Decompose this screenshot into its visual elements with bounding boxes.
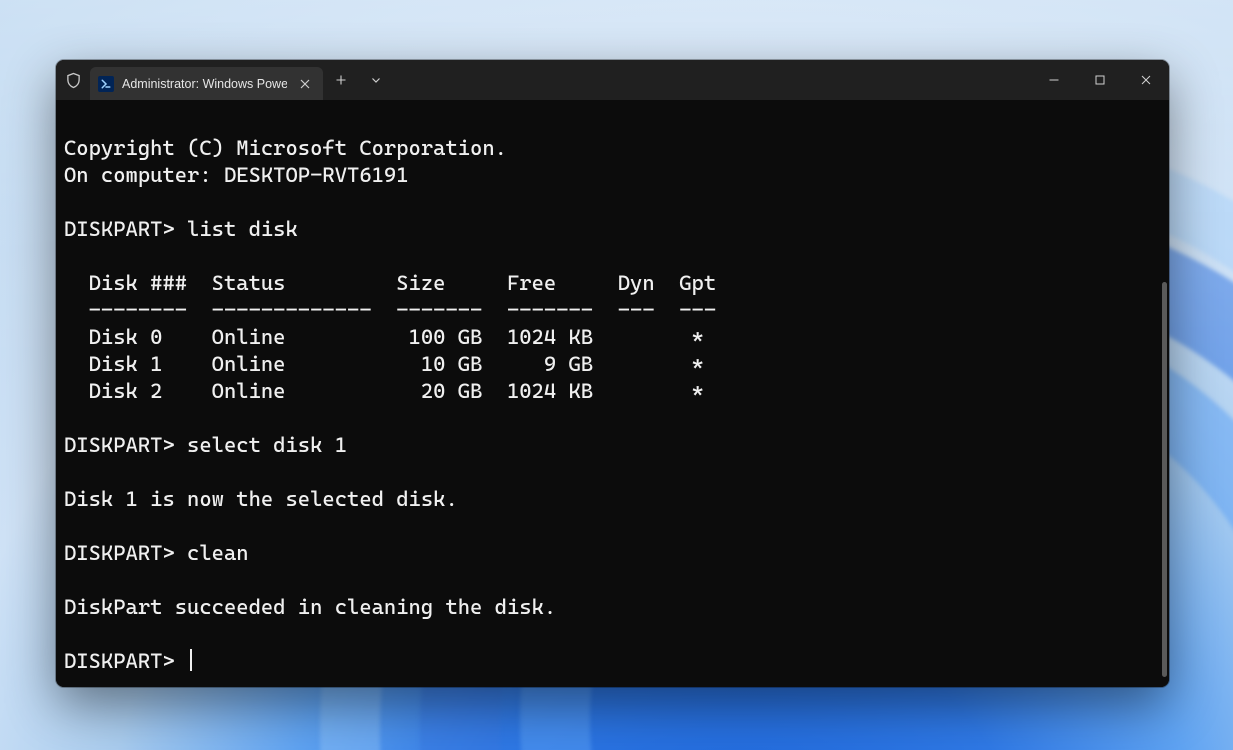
cursor [190,649,192,671]
maximize-button[interactable] [1077,60,1123,100]
titlebar[interactable]: Administrator: Windows Powe [56,60,1169,100]
terminal-viewport[interactable]: Copyright (C) Microsoft Corporation. On … [56,100,1169,687]
tab-title: Administrator: Windows Powe [122,77,287,91]
powershell-icon [98,76,114,92]
scrollbar-thumb[interactable] [1162,282,1167,677]
terminal-output: Copyright (C) Microsoft Corporation. On … [64,108,1159,675]
close-button[interactable] [1123,60,1169,100]
tab-close-button[interactable] [295,74,315,94]
terminal-window: Administrator: Windows Powe [56,60,1169,687]
new-tab-button[interactable] [323,60,359,100]
tab-active[interactable]: Administrator: Windows Powe [90,67,323,100]
titlebar-drag-region[interactable] [393,60,1031,100]
admin-shield-icon [56,60,90,100]
tab-dropdown-button[interactable] [359,60,393,100]
minimize-button[interactable] [1031,60,1077,100]
